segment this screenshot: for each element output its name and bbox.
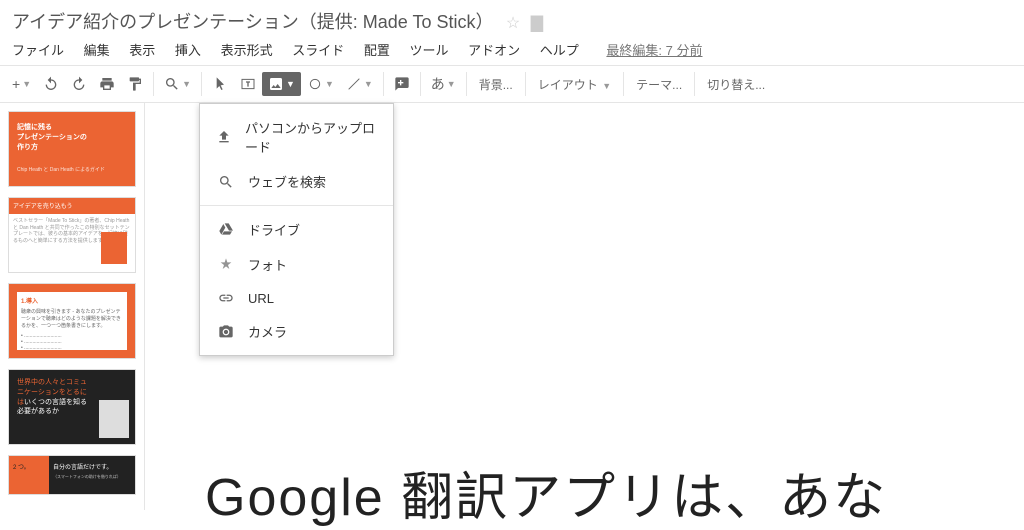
dropdown-url[interactable]: URL xyxy=(200,282,393,314)
dropdown-camera[interactable]: カメラ xyxy=(200,314,393,349)
dropdown-photos[interactable]: フォト xyxy=(200,247,393,282)
select-button[interactable] xyxy=(206,72,234,96)
menu-addons[interactable]: アドオン xyxy=(468,43,520,58)
paint-format-button[interactable] xyxy=(121,72,149,96)
dropdown-upload[interactable]: パソコンからアップロード xyxy=(200,110,393,164)
menu-tools[interactable]: ツール xyxy=(409,43,448,58)
slide-canvas[interactable]: パソコンからアップロード ウェブを検索 ドライブ フォト URL カメラ xyxy=(145,103,1024,510)
last-edit[interactable]: 最終編集: 7 分前 xyxy=(606,43,702,58)
undo-button[interactable] xyxy=(37,72,65,96)
menu-format[interactable]: 表示形式 xyxy=(221,43,273,58)
text-input-button[interactable]: あ▼ xyxy=(425,70,462,98)
zoom-button[interactable]: ▼ xyxy=(158,72,197,96)
menu-insert[interactable]: 挿入 xyxy=(175,43,201,58)
photos-icon xyxy=(216,257,236,273)
layout-button[interactable]: レイアウト ▼ xyxy=(530,72,619,97)
slide-thumbnail-3[interactable]: 1.導入 聴衆の興味を引きます - あなたのプレゼンテーションで聴衆はどのような… xyxy=(8,283,136,359)
star-icon[interactable]: ☆ xyxy=(506,15,520,32)
theme-button[interactable]: テーマ... xyxy=(628,72,690,97)
new-slide-button[interactable]: +▼ xyxy=(6,72,37,96)
image-button[interactable]: ▼ xyxy=(262,72,301,96)
slide-body-text[interactable]: Google 翻訳アプリは、あな xyxy=(205,455,887,530)
slide-panel[interactable]: 記憶に残る プレゼンテーションの 作り方 Chip Heath と Dan He… xyxy=(0,103,145,510)
link-icon xyxy=(216,290,236,306)
menu-edit[interactable]: 編集 xyxy=(84,43,110,58)
print-button[interactable] xyxy=(93,72,121,96)
line-button[interactable]: ▼ xyxy=(340,72,379,96)
comment-button[interactable] xyxy=(388,72,416,96)
slide-thumbnail-1[interactable]: 記憶に残る プレゼンテーションの 作り方 Chip Heath と Dan He… xyxy=(8,111,136,187)
slide-thumbnail-2[interactable]: アイデアを売り込もう ベストセラー「Made To Stick」の著者、Chip… xyxy=(8,197,136,273)
folder-icon[interactable]: ▇ xyxy=(531,15,543,32)
textbox-button[interactable] xyxy=(234,72,262,96)
toolbar: +▼ ▼ ▼ ▼ ▼ あ▼ 背景... レイアウト ▼ テーマ... 切り替え.… xyxy=(0,65,1024,103)
image-dropdown: パソコンからアップロード ウェブを検索 ドライブ フォト URL カメラ xyxy=(199,103,394,356)
menubar: ファイル 編集 表示 挿入 表示形式 スライド 配置 ツール アドオン ヘルプ … xyxy=(0,38,1024,65)
shape-button[interactable]: ▼ xyxy=(301,72,340,96)
background-button[interactable]: 背景... xyxy=(471,72,521,97)
slide-thumbnail-5[interactable]: 2 つ。 自分の言語だけです。 （スマートフォンの助けを借りれば） xyxy=(8,455,136,495)
dropdown-search[interactable]: ウェブを検索 xyxy=(200,164,393,199)
menu-help[interactable]: ヘルプ xyxy=(540,43,579,58)
search-icon xyxy=(216,174,236,190)
upload-icon xyxy=(216,129,233,145)
document-title[interactable]: アイデア紹介のプレゼンテーション（提供: Made To Stick） xyxy=(12,8,493,34)
menu-view[interactable]: 表示 xyxy=(129,43,155,58)
menu-file[interactable]: ファイル xyxy=(12,43,64,58)
menu-slide[interactable]: スライド xyxy=(292,43,344,58)
transition-button[interactable]: 切り替え... xyxy=(699,72,773,97)
menu-arrange[interactable]: 配置 xyxy=(364,43,390,58)
dropdown-drive[interactable]: ドライブ xyxy=(200,212,393,247)
redo-button[interactable] xyxy=(65,72,93,96)
camera-icon xyxy=(216,324,236,340)
slide-thumbnail-4[interactable]: 世界中の人々とコミュ ニケーションをとるに はいくつの言語を知る 必要があるか xyxy=(8,369,136,445)
drive-icon xyxy=(216,222,236,238)
